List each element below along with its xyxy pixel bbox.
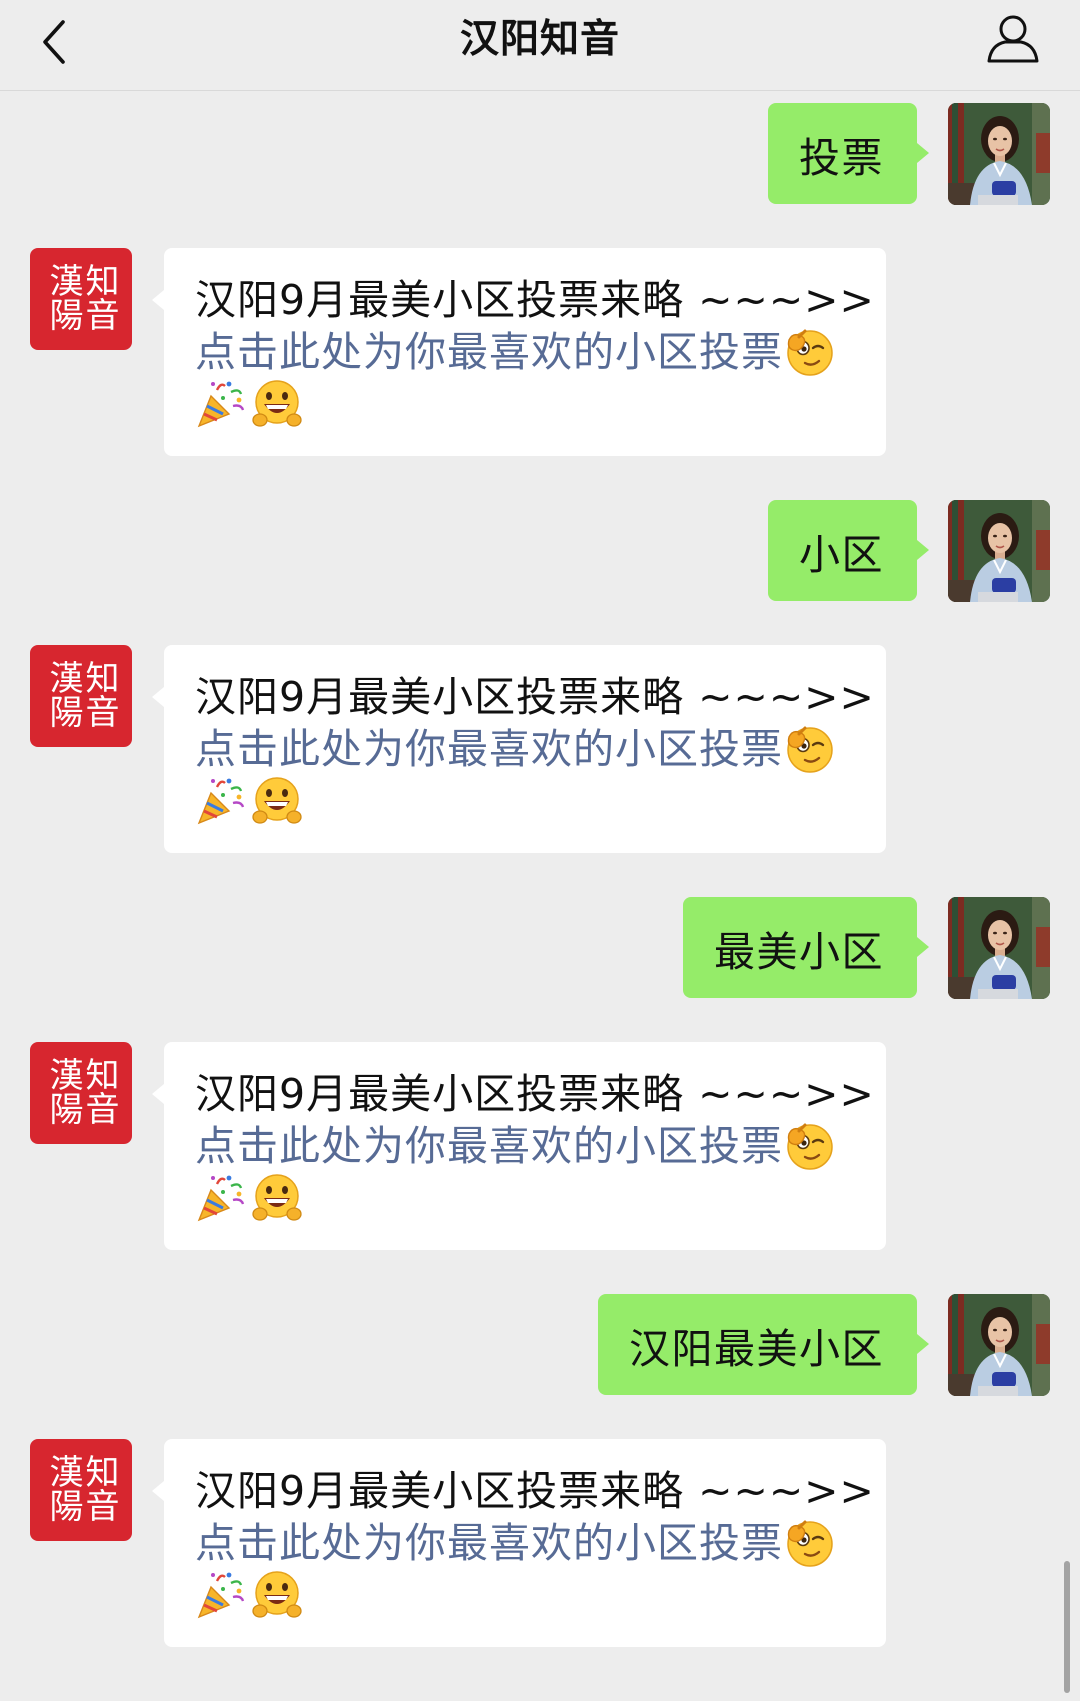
sent-message-bubble[interactable]: 最美小区 — [683, 897, 929, 998]
message-row-sent: 汉阳最美小区 — [0, 1294, 1080, 1395]
sent-message-bubble[interactable]: 小区 — [768, 500, 929, 601]
message-row-received: 漢陽知音 汉阳9月最美小区投票来略 ~~~>> 点击此处为你最喜欢的小区投票 — [0, 645, 1080, 853]
message-row-sent: 投票 — [0, 103, 1080, 204]
smart-wink-emoji — [783, 326, 835, 378]
party-popper-emoji — [195, 1172, 247, 1224]
message-text: 汉阳9月最美小区投票来略 ~~~>> — [195, 1467, 875, 1515]
account-logo: 漢陽知音 — [43, 263, 119, 331]
account-logo: 漢陽知音 — [43, 660, 119, 728]
received-message-bubble[interactable]: 汉阳9月最美小区投票来略 ~~~>> 点击此处为你最喜欢的小区投票 — [152, 645, 886, 853]
party-popper-emoji — [195, 1569, 247, 1621]
account-logo: 漢陽知音 — [43, 1057, 119, 1125]
user-avatar[interactable] — [948, 500, 1050, 602]
grin-hands-emoji — [251, 1172, 303, 1224]
sent-message-bubble[interactable]: 投票 — [768, 103, 929, 204]
message-row-received: 漢陽知音 汉阳9月最美小区投票来略 ~~~>> 点击此处为你最喜欢的小区投票 — [0, 1439, 1080, 1647]
message-text: 投票 — [799, 133, 884, 182]
official-account-avatar[interactable]: 漢陽知音 — [30, 645, 132, 747]
scrollbar-thumb[interactable] — [1064, 1561, 1070, 1693]
message-text: 最美小区 — [714, 927, 884, 976]
message-text: 汉阳最美小区 — [629, 1324, 884, 1373]
account-logo: 漢陽知音 — [43, 1454, 119, 1522]
received-message-bubble[interactable]: 汉阳9月最美小区投票来略 ~~~>> 点击此处为你最喜欢的小区投票 — [152, 1042, 886, 1250]
official-account-avatar[interactable]: 漢陽知音 — [30, 1439, 132, 1541]
vote-link[interactable]: 点击此处为你最喜欢的小区投票 — [195, 723, 783, 775]
message-row-received: 漢陽知音 汉阳9月最美小区投票来略 ~~~>> 点击此处为你最喜欢的小区投票 — [0, 1042, 1080, 1250]
smart-wink-emoji — [783, 1517, 835, 1569]
official-account-avatar[interactable]: 漢陽知音 — [30, 248, 132, 350]
top-bar: 汉阳知音 — [0, 0, 1080, 91]
vote-link[interactable]: 点击此处为你最喜欢的小区投票 — [195, 326, 783, 378]
message-row-sent: 小区 — [0, 500, 1080, 601]
message-list: 投票 漢陽知音 汉阳9月最美小区投票来略 ~~~>> 点击此处为你最喜欢的小区投… — [0, 91, 1080, 1647]
vote-link[interactable]: 点击此处为你最喜欢的小区投票 — [195, 1120, 783, 1172]
sent-message-bubble[interactable]: 汉阳最美小区 — [598, 1294, 929, 1395]
grin-hands-emoji — [251, 775, 303, 827]
message-text: 汉阳9月最美小区投票来略 ~~~>> — [195, 276, 875, 324]
message-text: 小区 — [799, 530, 884, 579]
user-avatar[interactable] — [948, 103, 1050, 205]
grin-hands-emoji — [251, 378, 303, 430]
person-icon — [987, 15, 1039, 63]
message-text: 汉阳9月最美小区投票来略 ~~~>> — [195, 1070, 875, 1118]
message-text: 汉阳9月最美小区投票来略 ~~~>> — [195, 673, 875, 721]
smart-wink-emoji — [783, 1120, 835, 1172]
vote-link[interactable]: 点击此处为你最喜欢的小区投票 — [195, 1517, 783, 1569]
party-popper-emoji — [195, 378, 247, 430]
grin-hands-emoji — [251, 1569, 303, 1621]
official-account-avatar[interactable]: 漢陽知音 — [30, 1042, 132, 1144]
user-avatar[interactable] — [948, 897, 1050, 999]
message-row-received: 漢陽知音 汉阳9月最美小区投票来略 ~~~>> 点击此处为你最喜欢的小区投票 — [0, 248, 1080, 456]
smart-wink-emoji — [783, 723, 835, 775]
received-message-bubble[interactable]: 汉阳9月最美小区投票来略 ~~~>> 点击此处为你最喜欢的小区投票 — [152, 248, 886, 456]
received-message-bubble[interactable]: 汉阳9月最美小区投票来略 ~~~>> 点击此处为你最喜欢的小区投票 — [152, 1439, 886, 1647]
party-popper-emoji — [195, 775, 247, 827]
profile-button[interactable] — [982, 10, 1044, 68]
chat-title: 汉阳知音 — [459, 17, 620, 62]
user-avatar[interactable] — [948, 1294, 1050, 1396]
message-row-sent: 最美小区 — [0, 897, 1080, 998]
